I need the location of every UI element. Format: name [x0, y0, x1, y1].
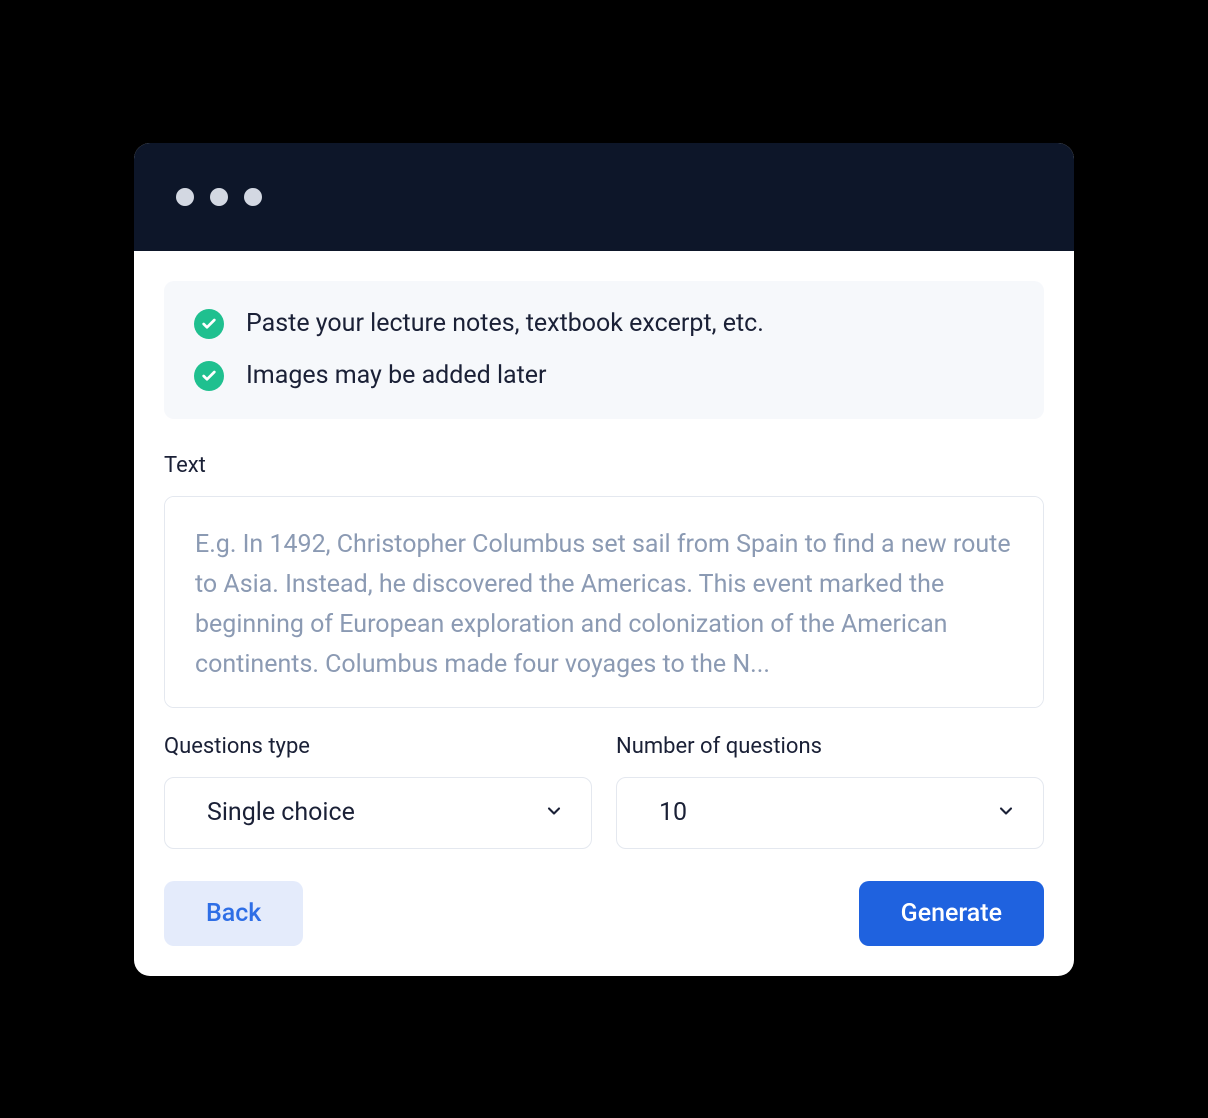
- traffic-light-minimize[interactable]: [210, 188, 228, 206]
- question-type-select[interactable]: Single choice: [164, 777, 592, 849]
- info-row: Images may be added later: [194, 361, 1014, 391]
- info-text: Paste your lecture notes, textbook excer…: [246, 309, 764, 338]
- content-area: Paste your lecture notes, textbook excer…: [134, 251, 1074, 976]
- app-window: Paste your lecture notes, textbook excer…: [134, 143, 1074, 976]
- question-type-label: Questions type: [164, 734, 592, 759]
- number-questions-label: Number of questions: [616, 734, 1044, 759]
- info-box: Paste your lecture notes, textbook excer…: [164, 281, 1044, 419]
- text-input[interactable]: [164, 496, 1044, 708]
- traffic-light-close[interactable]: [176, 188, 194, 206]
- back-button[interactable]: Back: [164, 881, 303, 946]
- check-circle-icon: [194, 361, 224, 391]
- generate-button[interactable]: Generate: [859, 881, 1044, 946]
- text-label: Text: [164, 453, 1044, 478]
- info-text: Images may be added later: [246, 361, 547, 390]
- number-questions-select[interactable]: 10: [616, 777, 1044, 849]
- number-questions-value: 10: [659, 798, 687, 827]
- question-type-value: Single choice: [207, 798, 355, 827]
- traffic-light-zoom[interactable]: [244, 188, 262, 206]
- check-circle-icon: [194, 309, 224, 339]
- info-row: Paste your lecture notes, textbook excer…: [194, 309, 1014, 339]
- titlebar: [134, 143, 1074, 251]
